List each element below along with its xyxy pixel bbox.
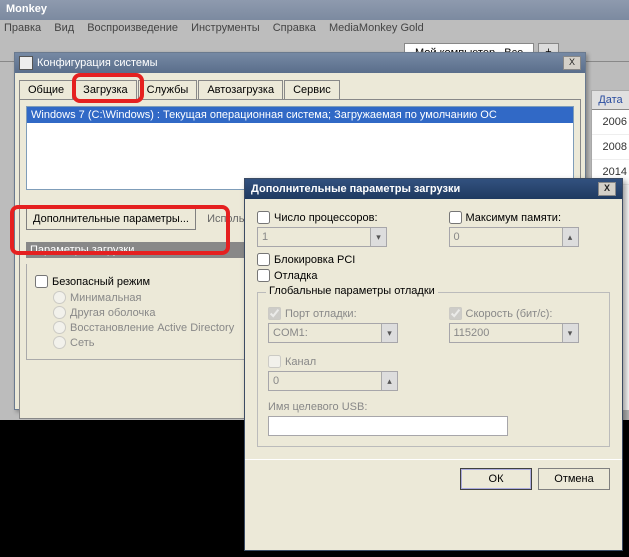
numproc-value: 1 xyxy=(262,231,268,243)
boot-params-group: Безопасный режим Минимальная Другая обол… xyxy=(26,264,272,360)
tab-startup[interactable]: Автозагрузка xyxy=(198,80,283,100)
date-header[interactable]: Дата xyxy=(592,91,629,110)
tab-general[interactable]: Общие xyxy=(19,80,73,100)
numproc-checkbox[interactable] xyxy=(257,211,270,224)
numproc-select[interactable]: 1 ▾ xyxy=(257,227,387,247)
safe-mode-altshell-label: Другая оболочка xyxy=(70,307,155,319)
global-debug-group: Глобальные параметры отладки Порт отладк… xyxy=(257,292,610,447)
spinner-icon: ▴ xyxy=(381,372,397,390)
baud-value: 115200 xyxy=(454,327,490,339)
msconfig-tabs: Общие Загрузка Службы Автозагрузка Серви… xyxy=(19,77,581,99)
menubar: Правка Вид Воспроизведение Инструменты С… xyxy=(0,20,629,40)
baud-select[interactable]: 115200 ▾ xyxy=(449,323,579,343)
channel-checkbox[interactable] xyxy=(268,355,281,368)
maxmem-input[interactable]: 0 ▴ xyxy=(449,227,579,247)
adv-body: Число процессоров: 1 ▾ Максимум памяти: … xyxy=(245,199,622,459)
app-title: Monkey xyxy=(6,3,47,15)
debugport-select[interactable]: COM1: ▾ xyxy=(268,323,398,343)
debugport-label: Порт отладки: xyxy=(285,308,357,320)
menu-view[interactable]: Вид xyxy=(54,22,74,34)
close-button[interactable]: X xyxy=(598,182,616,196)
menu-edit[interactable]: Правка xyxy=(4,22,41,34)
ok-button[interactable]: ОК xyxy=(460,468,532,490)
safe-mode-minimal-radio[interactable] xyxy=(53,291,66,304)
safe-mode-altshell-radio[interactable] xyxy=(53,306,66,319)
menu-tools[interactable]: Инструменты xyxy=(191,22,260,34)
maxmem-value: 0 xyxy=(454,231,460,243)
baud-checkbox[interactable] xyxy=(449,307,462,320)
channel-value: 0 xyxy=(273,375,279,387)
advanced-options-button[interactable]: Дополнительные параметры... xyxy=(26,208,196,230)
debugport-value: COM1: xyxy=(273,327,308,339)
os-entry[interactable]: Windows 7 (C:\Windows) : Текущая операци… xyxy=(27,107,573,123)
adv-titlebar[interactable]: Дополнительные параметры загрузки X xyxy=(245,179,622,199)
pcilock-checkbox[interactable] xyxy=(257,253,270,266)
safe-mode-network-radio[interactable] xyxy=(53,336,66,349)
spinner-icon: ▴ xyxy=(562,228,578,246)
safe-mode-ad-radio[interactable] xyxy=(53,321,66,334)
pcilock-label: Блокировка PCI xyxy=(274,254,355,266)
menu-gold[interactable]: MediaMonkey Gold xyxy=(329,22,424,34)
date-cell[interactable]: 2006 xyxy=(592,110,629,135)
adv-title-text: Дополнительные параметры загрузки xyxy=(251,183,460,195)
close-button[interactable]: X xyxy=(563,56,581,70)
safe-mode-label: Безопасный режим xyxy=(52,276,150,288)
tab-tools[interactable]: Сервис xyxy=(284,80,340,100)
channel-label: Канал xyxy=(285,356,316,368)
tab-boot[interactable]: Загрузка xyxy=(74,80,136,100)
app-titlebar: Monkey xyxy=(0,0,629,20)
channel-input[interactable]: 0 ▴ xyxy=(268,371,398,391)
maxmem-checkbox[interactable] xyxy=(449,211,462,224)
date-cell[interactable]: 2008 xyxy=(592,135,629,160)
debug-label: Отладка xyxy=(274,270,317,282)
numproc-label: Число процессоров: xyxy=(274,212,378,224)
chevron-down-icon: ▾ xyxy=(381,324,397,342)
usb-target-label: Имя целевого USB: xyxy=(268,401,599,413)
safe-mode-ad-label: Восстановление Active Directory xyxy=(70,322,234,334)
cancel-button[interactable]: Отмена xyxy=(538,468,610,490)
msconfig-title-text: Конфигурация системы xyxy=(37,57,158,69)
maxmem-label: Максимум памяти: xyxy=(466,212,562,224)
background-fill xyxy=(0,420,244,557)
chevron-down-icon: ▾ xyxy=(562,324,578,342)
debugport-checkbox[interactable] xyxy=(268,307,281,320)
menu-help[interactable]: Справка xyxy=(273,22,316,34)
safe-mode-minimal-label: Минимальная xyxy=(70,292,142,304)
usb-target-input[interactable] xyxy=(268,416,508,436)
global-debug-title: Глобальные параметры отладки xyxy=(266,285,438,297)
cut-label: Исполь xyxy=(207,213,244,225)
baud-label: Скорость (бит/с): xyxy=(466,308,553,320)
menu-playback[interactable]: Воспроизведение xyxy=(87,22,178,34)
advanced-boot-dialog: Дополнительные параметры загрузки X Числ… xyxy=(244,178,623,551)
adv-button-row: ОК Отмена xyxy=(245,459,622,498)
chevron-down-icon: ▾ xyxy=(370,228,386,246)
msconfig-titlebar[interactable]: Конфигурация системы X xyxy=(15,53,585,73)
msconfig-icon xyxy=(19,56,33,70)
debug-checkbox[interactable] xyxy=(257,269,270,282)
safe-mode-network-label: Сеть xyxy=(70,337,94,349)
safe-mode-checkbox[interactable] xyxy=(35,275,48,288)
tab-services[interactable]: Службы xyxy=(138,80,198,100)
